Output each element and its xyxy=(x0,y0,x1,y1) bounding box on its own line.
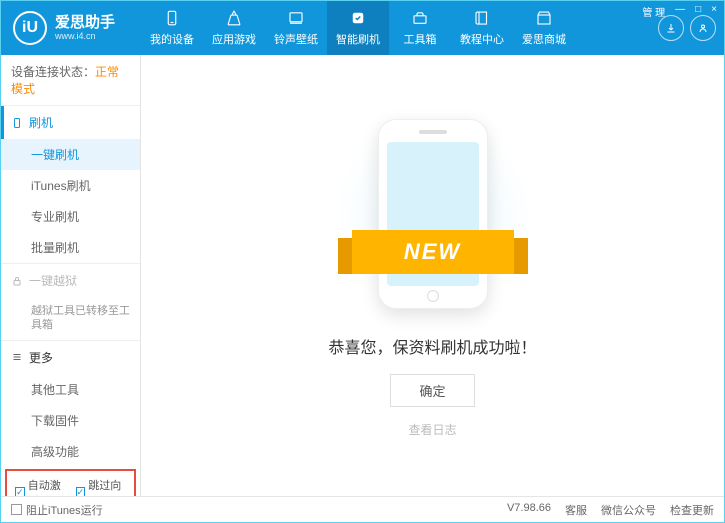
menu-more[interactable]: 更多 xyxy=(1,341,140,374)
nav-tutorials[interactable]: 教程中心 xyxy=(451,1,513,55)
menu-item-download-firmware[interactable]: 下载固件 xyxy=(1,405,140,436)
checkbox-skip-guide[interactable]: ✓跳过向导 xyxy=(76,477,127,496)
main-nav: 我的设备 应用游戏 铃声壁纸 智能刷机 工具箱 教程中心 xyxy=(141,1,658,55)
nav-store[interactable]: 爱思商城 xyxy=(513,1,575,55)
nav-label: 教程中心 xyxy=(460,31,504,47)
nav-label: 工具箱 xyxy=(404,31,437,47)
user-icon xyxy=(697,22,709,34)
nav-toolbox[interactable]: 工具箱 xyxy=(389,1,451,55)
check-icon: ✓ xyxy=(76,487,86,496)
check-icon: ✓ xyxy=(15,487,25,496)
menu-title: 更多 xyxy=(29,349,53,366)
logo-icon: iU xyxy=(13,11,47,45)
conn-label: 设备连接状态： xyxy=(11,65,95,79)
phone-illustration: NEW xyxy=(348,114,518,314)
body: 设备连接状态：正常模式 刷机 一键刷机 iTunes刷机 专业刷机 批量刷机 一… xyxy=(1,55,724,496)
main-window: 管 理 — □ × iU 爱思助手 www.i4.cn 我的设备 应用游戏 铃声… xyxy=(0,0,725,523)
settings-button[interactable]: 管 理 xyxy=(642,4,665,19)
connection-status: 设备连接状态：正常模式 xyxy=(1,55,140,105)
lock-icon xyxy=(11,275,23,287)
version-text: V7.98.66 xyxy=(507,502,551,518)
menu-title: 一键越狱 xyxy=(29,272,77,289)
wallpaper-icon xyxy=(287,9,305,27)
nav-label: 爱思商城 xyxy=(522,31,566,47)
menu-item-pro-flash[interactable]: 专业刷机 xyxy=(1,201,140,232)
new-ribbon: NEW xyxy=(338,230,528,274)
statusbar: 阻止iTunes运行 V7.98.66 客服 微信公众号 检查更新 xyxy=(1,496,724,522)
check-update-link[interactable]: 检查更新 xyxy=(670,502,714,518)
jailbreak-note: 越狱工具已转移至工具箱 xyxy=(1,297,140,340)
success-message: 恭喜您，保资料刷机成功啦！ xyxy=(328,334,536,358)
menu-item-batch-flash[interactable]: 批量刷机 xyxy=(1,232,140,263)
book-icon xyxy=(473,9,491,27)
wechat-link[interactable]: 微信公众号 xyxy=(601,502,656,518)
window-controls: 管 理 — □ × xyxy=(642,4,717,19)
nav-label: 智能刷机 xyxy=(336,31,380,47)
customer-service-link[interactable]: 客服 xyxy=(565,502,587,518)
store-icon xyxy=(535,9,553,27)
checkbox-row-highlighted: ✓自动激活 ✓跳过向导 xyxy=(5,469,136,496)
menu-item-itunes-flash[interactable]: iTunes刷机 xyxy=(1,170,140,201)
apps-icon xyxy=(225,9,243,27)
nav-my-device[interactable]: 我的设备 xyxy=(141,1,203,55)
menu-item-advanced[interactable]: 高级功能 xyxy=(1,436,140,467)
menu-item-oneclick-flash[interactable]: 一键刷机 xyxy=(1,139,140,170)
phone-icon xyxy=(163,9,181,27)
menu-jailbreak: 一键越狱 xyxy=(1,264,140,297)
app-url: www.i4.cn xyxy=(55,31,115,41)
app-title: 爱思助手 xyxy=(55,15,115,32)
view-log-link[interactable]: 查看日志 xyxy=(408,421,456,438)
nav-label: 铃声壁纸 xyxy=(274,31,318,47)
close-button[interactable]: × xyxy=(711,4,717,19)
main-content: NEW 恭喜您，保资料刷机成功啦！ 确定 查看日志 xyxy=(141,55,724,496)
checkbox-label: 跳过向导 xyxy=(88,477,126,496)
ribbon-text: NEW xyxy=(352,230,514,274)
checkbox-label: 自动激活 xyxy=(28,477,66,496)
list-icon xyxy=(11,351,23,363)
download-icon xyxy=(665,22,677,34)
nav-label: 应用游戏 xyxy=(212,31,256,47)
checkbox-block-itunes[interactable]: 阻止iTunes运行 xyxy=(11,502,103,518)
sidebar: 设备连接状态：正常模式 刷机 一键刷机 iTunes刷机 专业刷机 批量刷机 一… xyxy=(1,55,141,496)
flash-icon xyxy=(349,9,367,27)
titlebar: iU 爱思助手 www.i4.cn 我的设备 应用游戏 铃声壁纸 智能刷机 xyxy=(1,1,724,55)
phone-body-icon xyxy=(378,119,488,309)
logo-area: iU 爱思助手 www.i4.cn xyxy=(1,11,141,45)
checkbox-label: 阻止iTunes运行 xyxy=(26,502,103,518)
menu-title: 刷机 xyxy=(29,114,53,131)
checkbox-empty-icon xyxy=(11,504,22,515)
checkbox-auto-activate[interactable]: ✓自动激活 xyxy=(15,477,66,496)
ok-button[interactable]: 确定 xyxy=(390,374,474,407)
nav-smart-flash[interactable]: 智能刷机 xyxy=(327,1,389,55)
menu-item-other-tools[interactable]: 其他工具 xyxy=(1,374,140,405)
minimize-button[interactable]: — xyxy=(675,4,685,19)
maximize-button[interactable]: □ xyxy=(695,4,701,19)
nav-ringtone-wallpaper[interactable]: 铃声壁纸 xyxy=(265,1,327,55)
nav-apps-games[interactable]: 应用游戏 xyxy=(203,1,265,55)
menu-flash[interactable]: 刷机 xyxy=(1,106,140,139)
nav-label: 我的设备 xyxy=(150,31,194,47)
toolbox-icon xyxy=(411,9,429,27)
phone-small-icon xyxy=(11,117,23,129)
